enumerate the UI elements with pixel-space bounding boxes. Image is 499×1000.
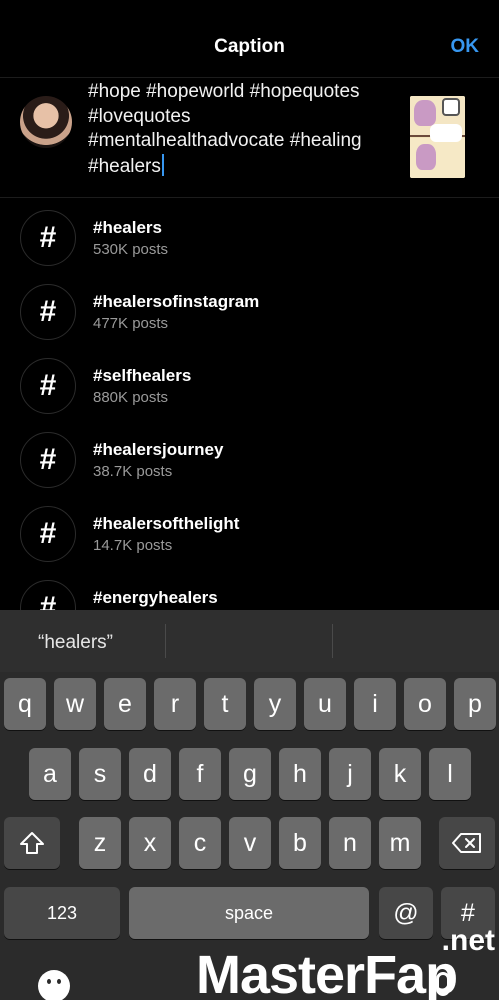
watermark-brand: MasterFap (196, 945, 458, 1000)
key-u[interactable]: u (304, 678, 346, 730)
hashtag-name: #healers (93, 218, 162, 237)
hashtag-name: #selfhealers (93, 366, 192, 385)
key-s[interactable]: s (79, 748, 121, 800)
key-k[interactable]: k (379, 748, 421, 800)
caption-line: #mentalhealthadvocate #healing (88, 130, 362, 151)
hashtag-icon: # (20, 210, 76, 266)
hashtag-post-count: 530K posts (93, 241, 169, 258)
hashtag-name: #healersofinstagram (93, 292, 260, 311)
key-f[interactable]: f (179, 748, 221, 800)
key-i[interactable]: i (354, 678, 396, 730)
caption-editor: #hope #hopeworld #hopequotes #lovequotes… (0, 78, 499, 198)
key-z[interactable]: z (79, 817, 121, 869)
ok-button[interactable]: OK (451, 36, 480, 58)
hashtag-icon: # (20, 506, 76, 562)
key-c[interactable]: c (179, 817, 221, 869)
key-m[interactable]: m (379, 817, 421, 869)
key-t[interactable]: t (204, 678, 246, 730)
post-thumbnail (410, 96, 465, 178)
key-b[interactable]: b (279, 817, 321, 869)
hashtag-suggestion[interactable]: # #healersofthelight 14.7K posts (0, 496, 499, 570)
key-r[interactable]: r (154, 678, 196, 730)
watermark: .net MasterFap (196, 924, 499, 1000)
caption-line-current: #healers (88, 153, 400, 180)
prediction-word[interactable]: “healers” (38, 632, 113, 654)
hashtag-post-count: 38.7K posts (93, 463, 173, 480)
hashtag-suggestion[interactable]: # #selfhealers 880K posts (0, 348, 499, 422)
hashtag-icon: # (20, 284, 76, 340)
hashtag-post-count: 880K posts (93, 389, 169, 406)
key-g[interactable]: g (229, 748, 271, 800)
top-bar: Caption OK (0, 0, 499, 78)
key-o[interactable]: o (404, 678, 446, 730)
hashtag-suggestion[interactable]: # #healersofinstagram 477K posts (0, 274, 499, 348)
hashtag-suggestion[interactable]: # #healersjourney 38.7K posts (0, 422, 499, 496)
hashtag-post-count: 14.7K posts (93, 537, 173, 554)
key-d[interactable]: d (129, 748, 171, 800)
hashtag-name: #energyhealers (93, 588, 218, 607)
backspace-key[interactable] (439, 817, 495, 869)
hashtag-suggestion[interactable]: # #healers 530K posts (0, 200, 499, 274)
caption-line: #lovequotes (88, 105, 191, 127)
key-q[interactable]: q (4, 678, 46, 730)
hashtag-icon: # (20, 432, 76, 488)
caption-input[interactable]: #hope #hopeworld #hopequotes #lovequotes… (88, 80, 400, 179)
key-p[interactable]: p (454, 678, 496, 730)
key-l[interactable]: l (429, 748, 471, 800)
numbers-key[interactable]: 123 (4, 887, 120, 939)
hashtag-post-count: 477K posts (93, 315, 169, 332)
hashtag-icon: # (20, 580, 76, 610)
shift-key[interactable] (4, 817, 60, 869)
emoji-icon[interactable] (38, 970, 70, 1000)
prediction-divider (332, 624, 333, 658)
backspace-icon (452, 833, 481, 853)
hashtag-suggestion-list: # #healers 530K posts # #healersofinstag… (0, 198, 499, 610)
key-a[interactable]: a (29, 748, 71, 800)
key-j[interactable]: j (329, 748, 371, 800)
key-v[interactable]: v (229, 817, 271, 869)
key-h[interactable]: h (279, 748, 321, 800)
hashtag-name: #healersofthelight (93, 514, 240, 533)
prediction-bar: “healers” (0, 610, 499, 672)
hashtag-name: #healersjourney (93, 440, 224, 459)
key-y[interactable]: y (254, 678, 296, 730)
key-n[interactable]: n (329, 817, 371, 869)
key-e[interactable]: e (104, 678, 146, 730)
hashtag-suggestion[interactable]: # #energyhealers (0, 570, 499, 610)
prediction-divider (165, 624, 166, 658)
hashtag-icon: # (20, 358, 76, 414)
caption-line: #hope #hopeworld #hopequotes (88, 81, 360, 102)
text-cursor (161, 153, 164, 176)
key-x[interactable]: x (129, 817, 171, 869)
page-title: Caption (214, 36, 285, 57)
shift-icon (20, 832, 44, 854)
avatar (20, 96, 72, 148)
key-w[interactable]: w (54, 678, 96, 730)
